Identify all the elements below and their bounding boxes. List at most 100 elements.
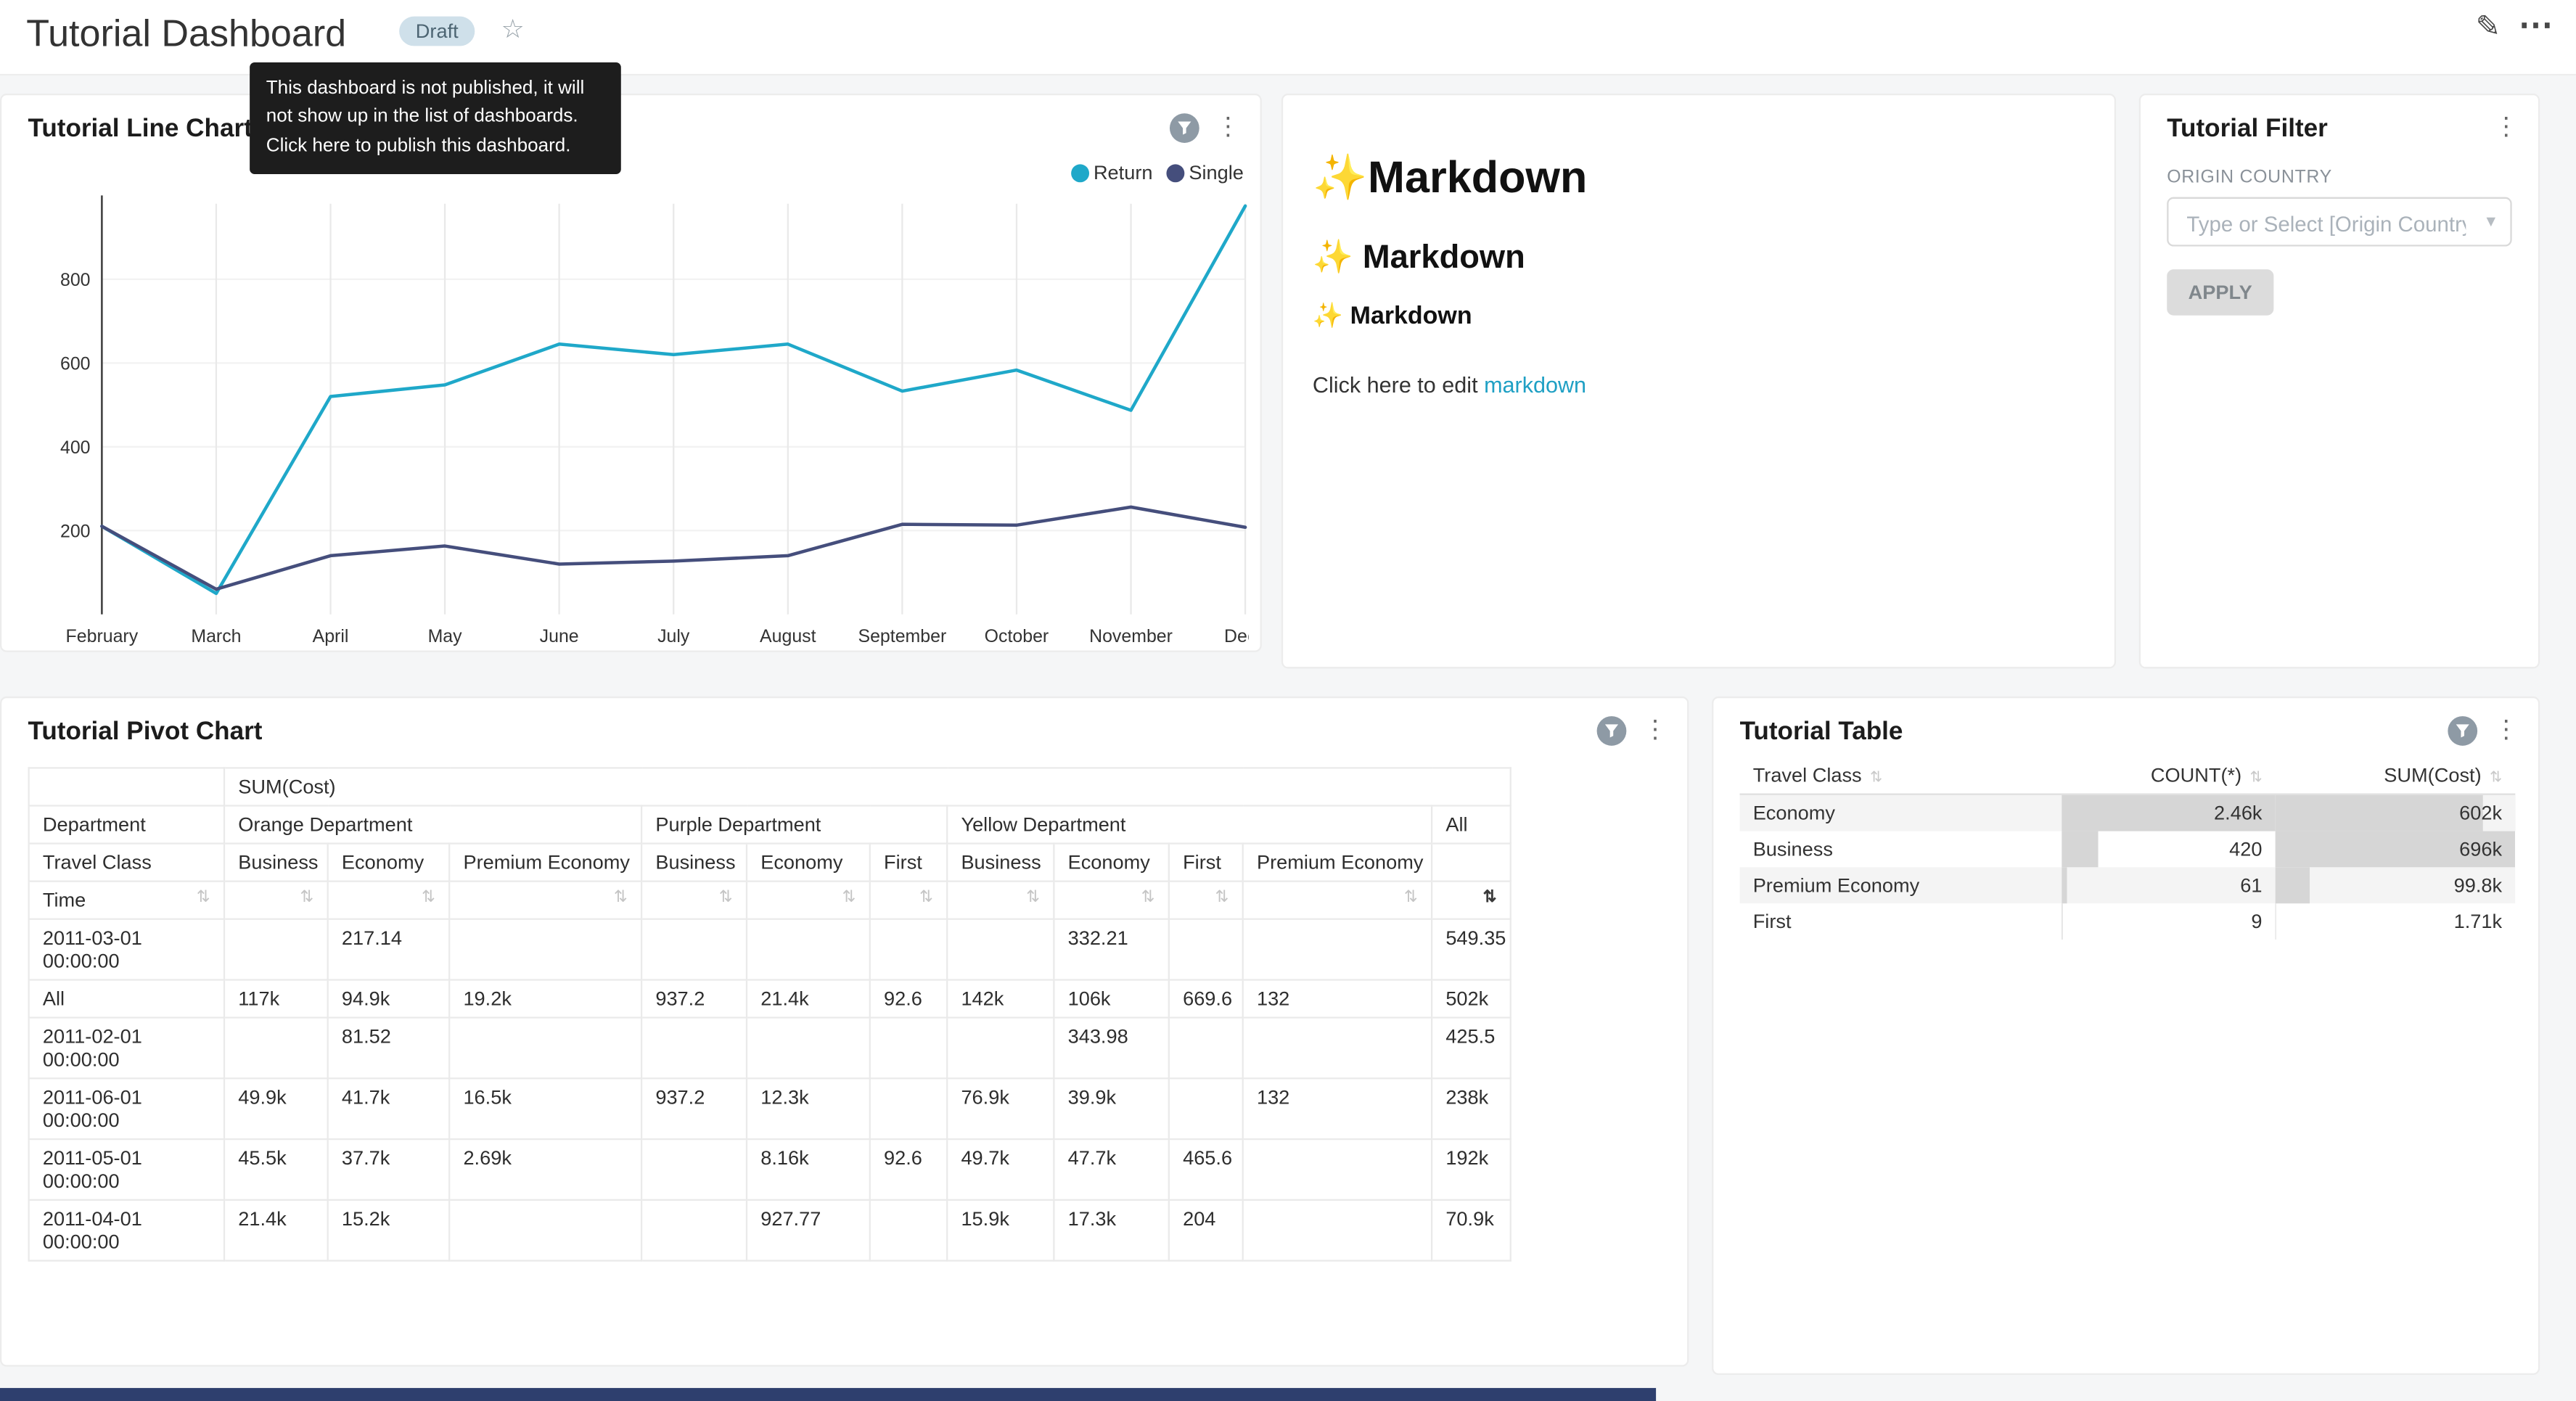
table-card: Tutorial Table ⋮ Travel Class⇅COUNT(*)⇅S… bbox=[1712, 697, 2540, 1375]
pivot-sort-cell: ⇅ bbox=[449, 882, 641, 919]
pivot-value-cell: 937.2 bbox=[641, 979, 747, 1017]
pivot-value-cell: 47.7k bbox=[1054, 1139, 1168, 1200]
pivot-value-cell bbox=[449, 1018, 641, 1079]
x-tick-label: September bbox=[858, 626, 947, 646]
pivot-col-header: Business bbox=[947, 844, 1054, 882]
sort-icon[interactable]: ⇅ bbox=[614, 889, 628, 907]
kebab-menu-icon[interactable]: ⋮ bbox=[1643, 716, 1668, 746]
sort-icon[interactable]: ⇅ bbox=[422, 889, 435, 907]
pivot-value-cell: 15.2k bbox=[328, 1200, 450, 1261]
y-tick-label: 200 bbox=[60, 521, 91, 541]
sort-icon[interactable]: ⇅ bbox=[842, 889, 856, 907]
x-tick-label: April bbox=[313, 626, 349, 646]
column-header-sum-cost-[interactable]: SUM(Cost)⇅ bbox=[2276, 757, 2516, 794]
pivot-row: 2011-06-01 00:00:0049.9k41.7k16.5k937.21… bbox=[29, 1078, 1511, 1139]
sort-icon[interactable]: ⇅ bbox=[719, 889, 733, 907]
pivot-value-cell: 37.7k bbox=[328, 1139, 450, 1200]
pivot-value-cell: 332.21 bbox=[1054, 919, 1168, 980]
pivot-time-header: Time⇅ bbox=[29, 882, 224, 919]
column-header-count-[interactable]: COUNT(*) ⇅ bbox=[2062, 757, 2275, 794]
pivot-all-cell: 238k bbox=[1432, 1078, 1511, 1139]
y-tick-label: 400 bbox=[60, 437, 91, 458]
draft-status-badge[interactable]: Draft bbox=[399, 17, 475, 46]
pivot-sort-cell: ⇅ bbox=[747, 882, 870, 919]
pivot-value-cell: 204 bbox=[1169, 1200, 1243, 1261]
origin-country-select[interactable]: ▾ bbox=[2167, 197, 2511, 247]
edit-dashboard-icon[interactable]: ✎ bbox=[2476, 10, 2501, 45]
markdown-paragraph: Click here to edit markdown bbox=[1313, 373, 2085, 398]
sum-cost-cell: 99.8k bbox=[2276, 867, 2516, 903]
markdown-edit-link[interactable]: markdown bbox=[1484, 373, 1586, 398]
pivot-col-header: First bbox=[870, 844, 947, 882]
origin-country-input[interactable] bbox=[2183, 199, 2469, 248]
pivot-value-cell: 49.7k bbox=[947, 1139, 1054, 1200]
sort-icon[interactable]: ⇅ bbox=[1141, 889, 1155, 907]
pivot-card-title: Tutorial Pivot Chart bbox=[28, 718, 262, 747]
pivot-metric-header: SUM(Cost) bbox=[224, 768, 1511, 805]
pivot-value-cell: 2.69k bbox=[449, 1139, 641, 1200]
pivot-value-cell bbox=[870, 919, 947, 980]
pivot-value-cell: 92.6 bbox=[870, 1139, 947, 1200]
dashboard-menu-icon[interactable]: ⋯ bbox=[2519, 5, 2554, 46]
pivot-value-cell: 94.9k bbox=[328, 979, 450, 1017]
pivot-sort-cell-active: ⇅ bbox=[1432, 882, 1511, 919]
column-header-label: COUNT(*) bbox=[2151, 764, 2241, 787]
sort-icon[interactable]: ⇅ bbox=[919, 889, 933, 907]
sort-icon[interactable]: ⇅ bbox=[1215, 889, 1228, 907]
sum-cost-cell: 602k bbox=[2276, 794, 2516, 831]
pivot-value-cell: 8.16k bbox=[747, 1139, 870, 1200]
funnel-icon bbox=[1604, 723, 1620, 739]
table-row: Economy2.46k602k bbox=[1740, 794, 2516, 831]
pivot-value-cell bbox=[1243, 1200, 1432, 1261]
pivot-row-header: 2011-03-01 00:00:00 bbox=[29, 919, 224, 980]
kebab-menu-icon[interactable]: ⋮ bbox=[1215, 113, 1240, 143]
sort-icon[interactable]: ⇅ bbox=[2249, 769, 2262, 786]
legend-dot-icon bbox=[1166, 163, 1184, 181]
pivot-value-cell bbox=[641, 919, 747, 980]
sort-icon[interactable]: ⇅ bbox=[1483, 889, 1497, 907]
sort-icon[interactable]: ⇅ bbox=[197, 889, 210, 907]
sort-icon[interactable]: ⇅ bbox=[1404, 889, 1418, 907]
pivot-value-cell bbox=[641, 1200, 747, 1261]
pivot-col-header: First bbox=[1169, 844, 1243, 882]
pivot-value-cell: 669.6 bbox=[1169, 979, 1243, 1017]
pivot-value-cell: 16.5k bbox=[449, 1078, 641, 1139]
favorite-star-icon[interactable]: ☆ bbox=[501, 13, 525, 46]
pivot-row-header: 2011-05-01 00:00:00 bbox=[29, 1139, 224, 1200]
pivot-value-cell: 45.5k bbox=[224, 1139, 328, 1200]
pivot-col-header: Economy bbox=[328, 844, 450, 882]
sort-icon[interactable]: ⇅ bbox=[2490, 769, 2502, 786]
pivot-all-cell: 549.35 bbox=[1432, 919, 1511, 980]
pivot-chart-card: Tutorial Pivot Chart ⋮ SUM(Cost)Departme… bbox=[0, 697, 1689, 1367]
kebab-menu-icon[interactable]: ⋮ bbox=[2494, 716, 2519, 746]
pivot-value-cell: 41.7k bbox=[328, 1078, 450, 1139]
kebab-menu-icon[interactable]: ⋮ bbox=[2494, 113, 2519, 143]
pivot-value-cell: 81.52 bbox=[328, 1018, 450, 1079]
pivot-value-cell bbox=[870, 1018, 947, 1079]
pivot-value-cell: 17.3k bbox=[1054, 1200, 1168, 1261]
pivot-value-cell: 12.3k bbox=[747, 1078, 870, 1139]
pivot-value-cell bbox=[1243, 1139, 1432, 1200]
table-row: Business420696k bbox=[1740, 831, 2516, 868]
sort-icon[interactable]: ⇅ bbox=[1026, 889, 1040, 907]
cross-filter-icon[interactable] bbox=[2448, 716, 2477, 746]
cross-filter-icon[interactable] bbox=[1597, 716, 1627, 746]
pivot-value-cell: 465.6 bbox=[1169, 1139, 1243, 1200]
pivot-col-header: Business bbox=[224, 844, 328, 882]
sort-icon[interactable]: ⇅ bbox=[1870, 769, 1882, 786]
sort-icon[interactable]: ⇅ bbox=[300, 889, 313, 907]
column-header-travel-class[interactable]: Travel Class⇅ bbox=[1740, 757, 2062, 794]
pivot-col-header-empty bbox=[1432, 844, 1511, 882]
cross-filter-icon[interactable] bbox=[1170, 113, 1199, 143]
pivot-value-cell: 39.9k bbox=[1054, 1078, 1168, 1139]
x-tick-label: August bbox=[760, 626, 816, 646]
pivot-sort-cell: ⇅ bbox=[641, 882, 747, 919]
count-cell: 61 bbox=[2062, 867, 2275, 903]
pivot-row: All117k94.9k19.2k937.221.4k92.6142k106k6… bbox=[29, 979, 1511, 1017]
pivot-value-cell: 937.2 bbox=[641, 1078, 747, 1139]
pivot-row-header: 2011-04-01 00:00:00 bbox=[29, 1200, 224, 1261]
origin-country-label: ORIGIN COUNTRY bbox=[2167, 168, 2511, 187]
apply-button[interactable]: APPLY bbox=[2167, 269, 2273, 315]
pivot-sort-cell: ⇅ bbox=[947, 882, 1054, 919]
pivot-row: 2011-02-01 00:00:0081.52343.98425.5 bbox=[29, 1018, 1511, 1079]
